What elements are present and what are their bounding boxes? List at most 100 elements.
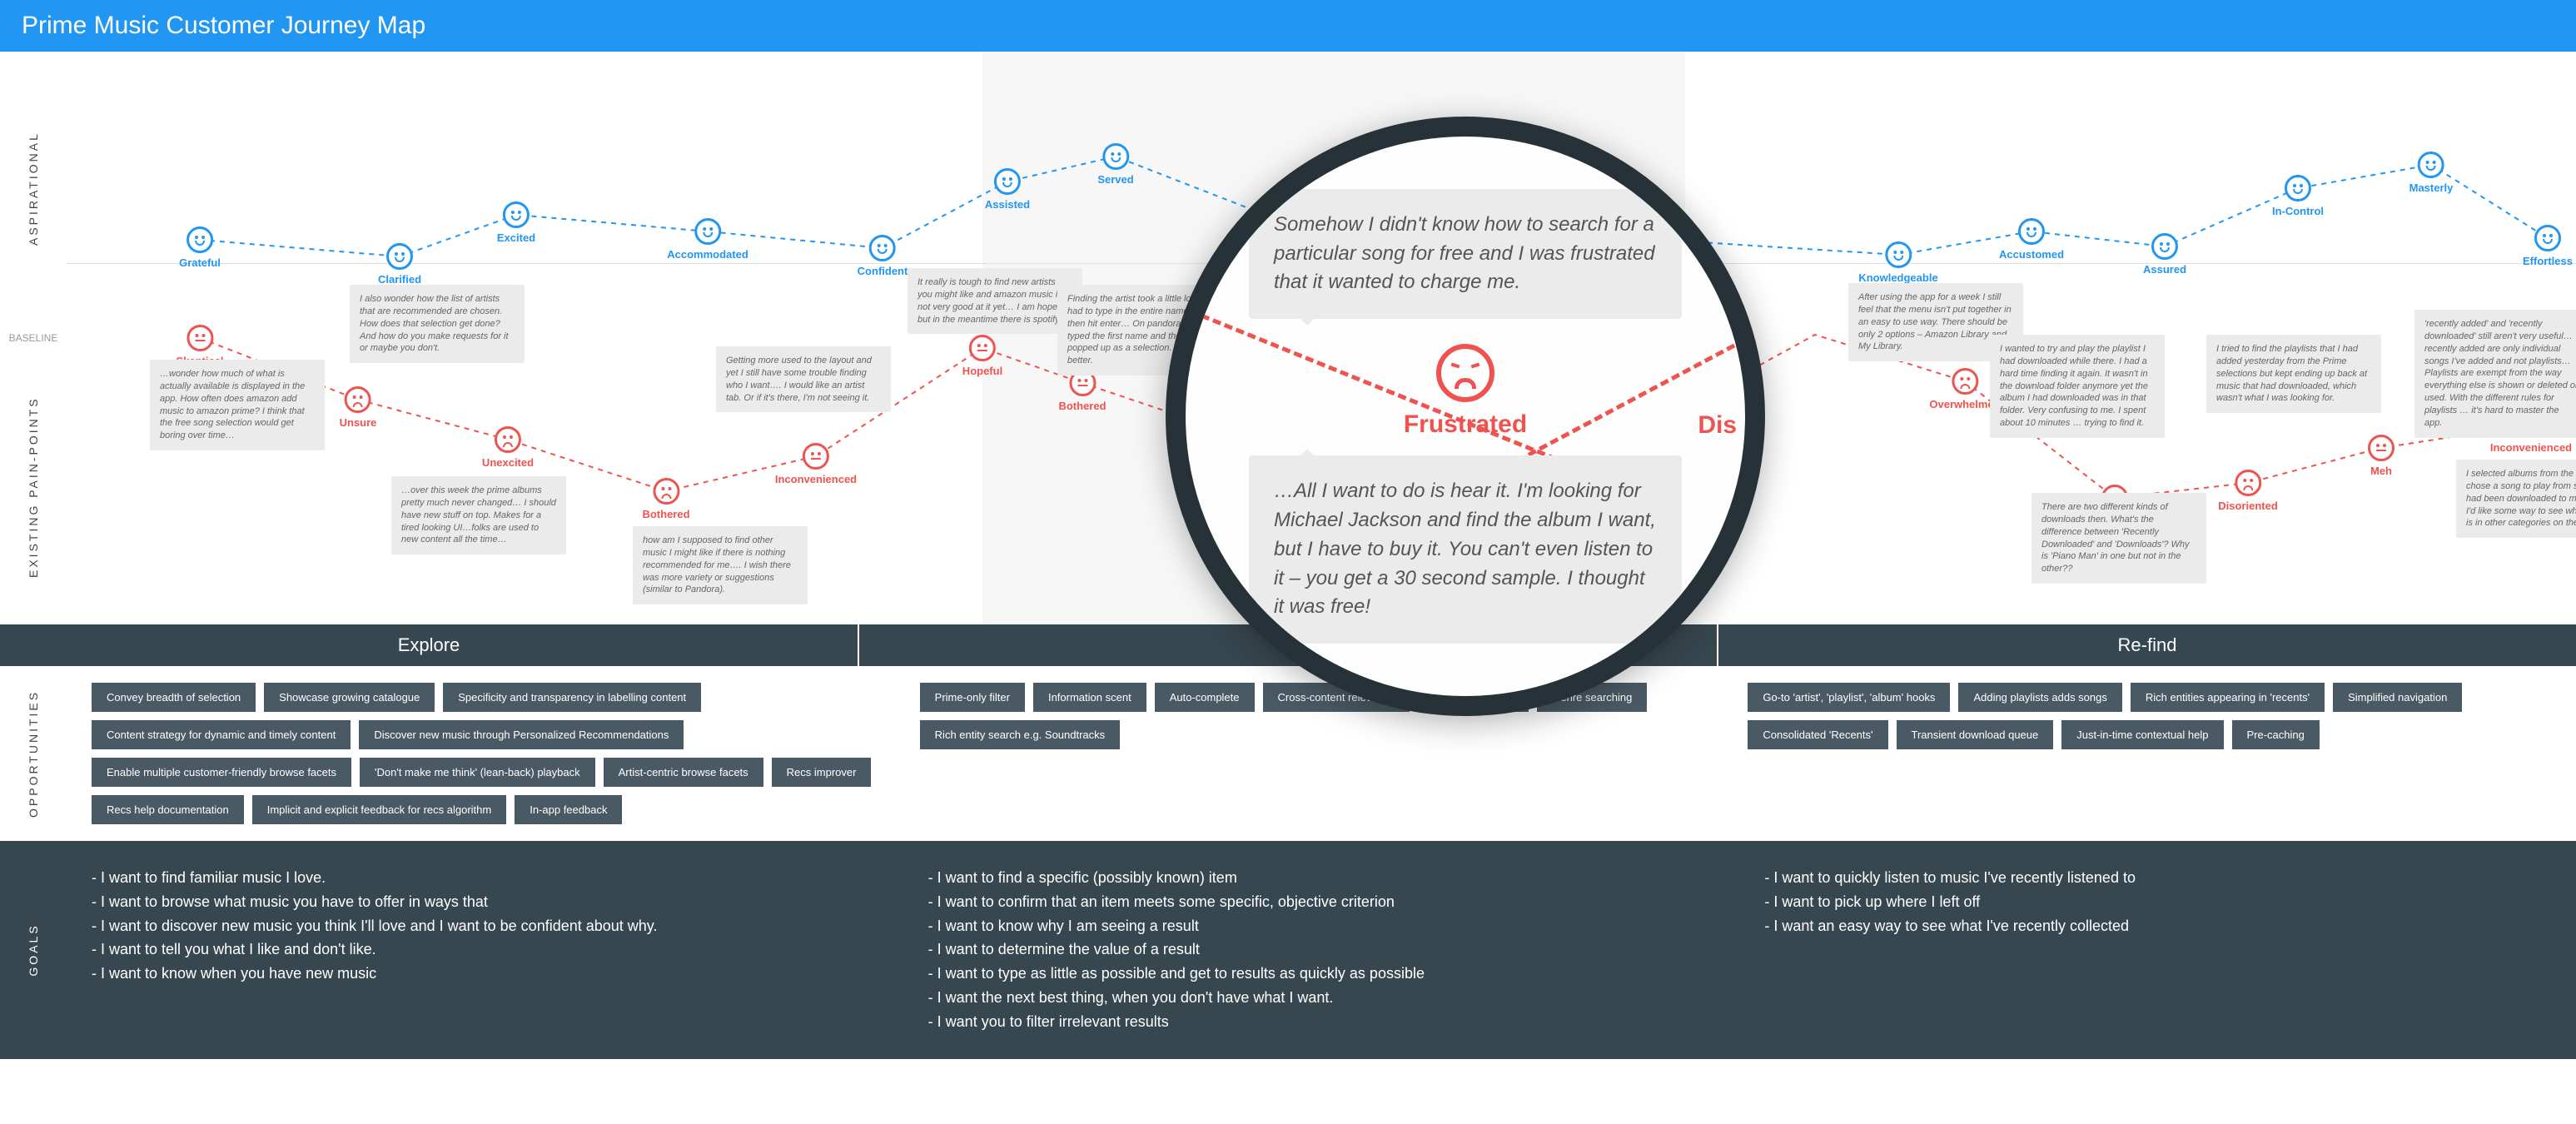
quote-box: …wonder how much of what is actually ava… bbox=[150, 360, 325, 450]
goal-item: - I want to find a specific (possibly kn… bbox=[928, 866, 1715, 890]
emotion-face-icon bbox=[2151, 233, 2178, 260]
emotion-face-icon bbox=[969, 335, 996, 361]
quote-box: I selected albums from the menu and chos… bbox=[2456, 460, 2576, 538]
node-label: Served bbox=[1097, 173, 1133, 186]
aspirational-node: Accustomed bbox=[1999, 218, 2064, 261]
emotion-face-icon bbox=[2018, 218, 2045, 245]
node-label: Inconvenienced bbox=[2490, 441, 2572, 454]
emotion-face-icon bbox=[503, 201, 530, 228]
opportunity-chip: Go-to 'artist', 'playlist', 'album' hook… bbox=[1748, 683, 1950, 712]
node-label: Assured bbox=[2143, 263, 2186, 276]
node-label: Masterly bbox=[2409, 182, 2454, 194]
emotion-face-icon bbox=[803, 443, 829, 470]
node-label: Unsure bbox=[340, 416, 377, 429]
emotion-face-icon bbox=[1102, 143, 1129, 170]
frustrated-face-icon bbox=[1436, 344, 1494, 402]
pain-node: Inconvenienced bbox=[775, 443, 857, 485]
goal-item: - I want to tell you what I like and don… bbox=[92, 937, 878, 962]
quote-box: I wanted to try and play the playlist I … bbox=[1990, 335, 2165, 438]
emotion-face-icon bbox=[386, 243, 413, 270]
node-label: Excited bbox=[497, 231, 535, 244]
node-label: Assisted bbox=[985, 198, 1030, 211]
emotion-face-icon bbox=[186, 325, 213, 351]
aspirational-node: Grateful bbox=[179, 226, 221, 269]
lane-label-pain: EXISTING PAIN-POINTS bbox=[0, 351, 67, 624]
node-label: In-Control bbox=[2272, 205, 2324, 217]
goal-item: - I want to quickly listen to music I've… bbox=[1764, 866, 2551, 890]
emotion-face-icon bbox=[2534, 225, 2561, 251]
opportunity-chip: Information scent bbox=[1033, 683, 1146, 712]
magnifier-side-label: Dis bbox=[1698, 411, 1737, 440]
emotion-face-icon bbox=[694, 218, 721, 245]
node-label: Disoriented bbox=[2218, 500, 2278, 512]
emotion-face-icon bbox=[2418, 152, 2444, 178]
opportunities-row: OPPORTUNITIES Convey breadth of selectio… bbox=[0, 666, 2576, 841]
quote-box: how am I supposed to find other music I … bbox=[633, 526, 808, 604]
goal-item: - I want to discover new music you think… bbox=[92, 914, 878, 938]
node-label: Bothered bbox=[1058, 400, 1106, 412]
goal-item: - I want to determine the value of a res… bbox=[928, 937, 1715, 962]
opportunity-chip: Artist-centric browse facets bbox=[604, 758, 763, 787]
goal-item: - I want to type as little as possible a… bbox=[928, 962, 1715, 986]
goal-item: - I want to browse what music you have t… bbox=[92, 890, 878, 914]
baseline-label: BASELINE bbox=[0, 326, 67, 351]
pain-node: Bothered bbox=[642, 478, 689, 520]
pain-node: Hopeful bbox=[962, 335, 1002, 377]
pain-node: Unexcited bbox=[482, 426, 534, 469]
node-label: Clarified bbox=[378, 273, 421, 286]
goal-item: - I want to know when you have new music bbox=[92, 962, 878, 986]
quote-box: Getting more used to the layout and yet … bbox=[716, 346, 891, 412]
opp-col-refind: Go-to 'artist', 'playlist', 'album' hook… bbox=[1748, 683, 2551, 824]
opportunity-chip: Recs help documentation bbox=[92, 795, 244, 824]
quote-box: I also wonder how the list of artists th… bbox=[350, 285, 525, 363]
tab-refind: Re-find bbox=[1718, 624, 2576, 666]
opp-col-find: Prime-only filterInformation scentAuto-c… bbox=[920, 683, 1723, 824]
aspirational-node: Served bbox=[1097, 143, 1133, 186]
opportunity-chip: Prime-only filter bbox=[920, 683, 1025, 712]
aspirational-node: Excited bbox=[497, 201, 535, 244]
opportunity-chip: 'Don't make me think' (lean-back) playba… bbox=[360, 758, 595, 787]
node-label: Bothered bbox=[642, 508, 689, 520]
tab-explore: Explore bbox=[0, 624, 859, 666]
node-label: Accommodated bbox=[667, 248, 748, 261]
emotion-face-icon bbox=[994, 168, 1021, 195]
lane-label-goals: GOALS bbox=[0, 866, 67, 1034]
opportunity-chip: Consolidated 'Recents' bbox=[1748, 720, 1887, 749]
opportunity-chip: Convey breadth of selection bbox=[92, 683, 256, 712]
opportunity-chip: Simplified navigation bbox=[2333, 683, 2462, 712]
opportunity-chip: Transient download queue bbox=[1897, 720, 2054, 749]
aspirational-node: Clarified bbox=[378, 243, 421, 286]
opportunity-chip: Showcase growing catalogue bbox=[264, 683, 435, 712]
opportunity-chip: Content strategy for dynamic and timely … bbox=[92, 720, 351, 749]
emotion-face-icon bbox=[2285, 175, 2311, 201]
page-title: Prime Music Customer Journey Map bbox=[0, 0, 2576, 52]
node-label: Knowledgeable bbox=[1858, 271, 1937, 284]
node-label: Inconvenienced bbox=[775, 473, 857, 485]
goals-col-find: - I want to find a specific (possibly kn… bbox=[928, 866, 1715, 1034]
pain-node: Bothered bbox=[1058, 370, 1106, 412]
lane-label-opportunities: OPPORTUNITIES bbox=[0, 683, 67, 824]
emotion-face-icon bbox=[653, 478, 679, 505]
magnifier-quote-top: Somehow I didn't know how to search for … bbox=[1249, 189, 1682, 319]
emotion-face-icon bbox=[2368, 435, 2394, 461]
aspirational-node: Accommodated bbox=[667, 218, 748, 261]
goals-row: GOALS - I want to find familiar music I … bbox=[0, 841, 2576, 1059]
node-label: Confident bbox=[858, 265, 908, 277]
aspirational-node: Knowledgeable bbox=[1858, 241, 1937, 284]
opportunity-chip: Rich entity search e.g. Soundtracks bbox=[920, 720, 1121, 749]
node-label: Hopeful bbox=[962, 365, 1002, 377]
opportunity-chip: Implicit and explicit feedback for recs … bbox=[252, 795, 507, 824]
opportunity-chip: Just-in-time contextual help bbox=[2061, 720, 2223, 749]
pain-node: Meh bbox=[2368, 435, 2394, 477]
goals-col-explore: - I want to find familiar music I love.-… bbox=[92, 866, 878, 1034]
aspirational-node: Confident bbox=[858, 235, 908, 277]
opp-col-explore: Convey breadth of selection Showcase grow… bbox=[92, 683, 895, 824]
emotion-face-icon bbox=[869, 235, 896, 261]
goal-item: - I want you to filter irrelevant result… bbox=[928, 1010, 1715, 1034]
aspirational-node: Masterly bbox=[2409, 152, 2454, 194]
quote-box: There are two different kinds of downloa… bbox=[2031, 493, 2206, 584]
node-label: Grateful bbox=[179, 256, 221, 269]
lane-label-aspirational: ASPIRATIONAL bbox=[0, 52, 67, 326]
opportunity-chip: Adding playlists adds songs bbox=[1958, 683, 2121, 712]
magnifier-zoom: Dis Somehow I didn't know how to search … bbox=[1166, 117, 1765, 716]
